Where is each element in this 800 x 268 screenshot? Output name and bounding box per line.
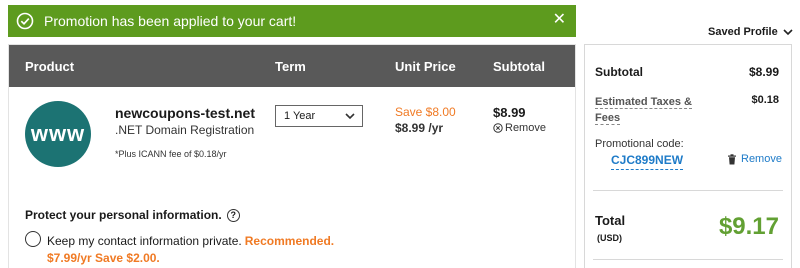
cart-header: Product Term Unit Price Subtotal	[9, 45, 575, 87]
chevron-down-icon	[782, 27, 794, 37]
total-label: Total	[595, 213, 626, 228]
recommended-label: Recommended.	[244, 234, 335, 248]
domain-name: newcoupons-test.net	[115, 105, 256, 121]
unit-price: $8.99 /yr	[395, 121, 444, 135]
header-unit-price: Unit Price	[395, 59, 456, 74]
order-summary: Subtotal $8.99 Estimated Taxes & Fees $0…	[584, 44, 792, 268]
promo-code[interactable]: CJC899NEW	[611, 153, 684, 170]
term-value: 1 Year	[284, 110, 316, 122]
help-icon[interactable]: ?	[226, 208, 240, 222]
header-term: Term	[275, 59, 306, 74]
privacy-option-text: Keep my contact information private.	[47, 234, 242, 248]
check-circle-icon	[16, 12, 34, 30]
promo-remove-label: Remove	[741, 153, 782, 165]
remove-item-link[interactable]: Remove	[493, 122, 546, 134]
close-icon[interactable]: ✕	[553, 12, 566, 28]
save-amount: Save $8.00	[395, 105, 456, 119]
total-value: $9.17	[718, 213, 779, 240]
privacy-title-text: Protect your personal information.	[25, 208, 222, 222]
taxes-label-text: Estimated Taxes & Fees	[595, 96, 693, 125]
currency-label: (USD)	[597, 233, 622, 243]
chevron-down-icon	[344, 110, 356, 122]
summary-subtotal-label: Subtotal	[595, 65, 643, 79]
saved-profile-dropdown[interactable]: Saved Profile	[708, 26, 794, 38]
trash-icon	[727, 153, 737, 165]
icann-fee-note: *Plus ICANN fee of $0.18/yr	[115, 149, 227, 159]
cart-table: Product Term Unit Price Subtotal www new…	[8, 44, 576, 268]
domain-type: .NET Domain Registration	[115, 123, 255, 137]
taxes-label[interactable]: Estimated Taxes & Fees	[595, 94, 699, 126]
header-product: Product	[25, 59, 75, 74]
privacy-title: Protect your personal information. ?	[25, 208, 240, 222]
privacy-radio[interactable]	[25, 231, 41, 247]
remove-circle-icon	[493, 123, 503, 133]
promo-remove-link[interactable]: Remove	[727, 153, 782, 165]
banner-message: Promotion has been applied to your cart!	[44, 13, 297, 29]
remove-item-label: Remove	[505, 122, 546, 134]
domain-avatar: www	[25, 101, 91, 167]
term-select[interactable]: 1 Year	[275, 105, 363, 127]
summary-divider	[593, 190, 783, 191]
taxes-value: $0.18	[751, 94, 779, 106]
item-subtotal: $8.99	[493, 105, 526, 120]
saved-profile-label: Saved Profile	[708, 26, 778, 38]
privacy-option[interactable]: Keep my contact information private. Reco…	[47, 234, 334, 248]
promotion-banner: Promotion has been applied to your cart!…	[8, 5, 576, 37]
summary-subtotal-value: $8.99	[748, 65, 779, 79]
header-subtotal: Subtotal	[493, 59, 545, 74]
summary-divider	[593, 259, 783, 260]
privacy-price: $7.99/yr Save $2.00.	[47, 251, 160, 265]
promo-label: Promotional code:	[595, 138, 684, 150]
